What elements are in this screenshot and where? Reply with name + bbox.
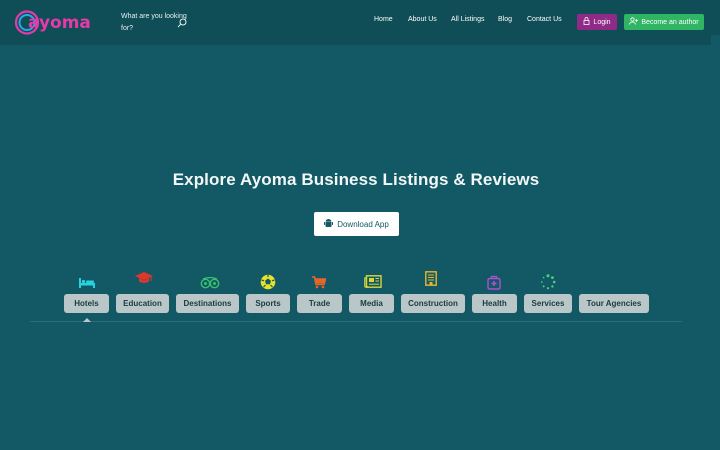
become-author-button[interactable]: Become an author <box>624 14 704 30</box>
category-health-label[interactable]: Health <box>472 294 517 313</box>
page-scrollbar[interactable] <box>711 35 720 450</box>
category-trade-label[interactable]: Trade <box>297 294 342 313</box>
search-box[interactable]: What are you looking for? <box>121 11 187 35</box>
graduation-cap-icon <box>134 271 153 287</box>
nav-all-listings[interactable]: All Listings <box>451 16 484 23</box>
category-destinations[interactable]: Destinations <box>176 270 239 314</box>
categories-divider <box>30 321 682 322</box>
active-category-pointer <box>83 318 91 322</box>
nav-home[interactable]: Home <box>374 16 393 23</box>
category-education[interactable]: Education <box>116 270 169 314</box>
nav-about-us[interactable]: About Us <box>408 16 437 23</box>
soccer-ball-icon <box>260 274 276 290</box>
building-icon <box>425 271 441 287</box>
category-health[interactable]: Health <box>472 270 517 314</box>
category-construction-label[interactable]: Construction <box>401 294 465 313</box>
bed-icon <box>78 276 95 292</box>
login-label: Login <box>593 18 611 26</box>
lock-icon <box>583 17 590 27</box>
category-destinations-label[interactable]: Destinations <box>176 294 239 313</box>
add-user-icon <box>629 17 639 27</box>
category-hotels-label[interactable]: Hotels <box>64 294 109 313</box>
login-button[interactable]: Login <box>577 14 617 30</box>
become-author-label: Become an author <box>641 18 699 26</box>
download-app-button[interactable]: Download App <box>314 212 399 236</box>
android-icon <box>324 218 334 230</box>
category-tour-agencies-label[interactable]: Tour Agencies <box>579 294 649 313</box>
hero-title: Explore Ayoma Business Listings & Review… <box>172 170 540 189</box>
category-education-label[interactable]: Education <box>116 294 169 313</box>
search-icon[interactable] <box>177 15 187 28</box>
header-shadow <box>0 35 711 45</box>
category-construction[interactable]: Construction <box>401 270 465 314</box>
category-trade[interactable]: Trade <box>297 270 342 314</box>
category-media[interactable]: Media <box>349 270 394 314</box>
cart-icon <box>311 276 328 292</box>
spinner-icon <box>540 274 556 290</box>
medical-bag-icon <box>486 275 503 291</box>
newspaper-icon <box>363 275 382 291</box>
category-services[interactable]: Services <box>524 270 572 314</box>
category-sports[interactable]: Sports <box>246 270 290 314</box>
logo-text: ayoma <box>28 13 91 33</box>
download-app-label: Download App <box>337 219 389 229</box>
nav-contact-us[interactable]: Contact Us <box>527 16 562 23</box>
nav-blog[interactable]: Blog <box>498 16 512 23</box>
ayoma-logo[interactable]: ayoma <box>14 9 110 36</box>
category-tour-agencies[interactable]: Tour Agencies <box>579 270 649 314</box>
category-sports-label[interactable]: Sports <box>246 294 290 313</box>
category-media-label[interactable]: Media <box>349 294 394 313</box>
category-hotels[interactable]: Hotels <box>64 270 109 314</box>
tripadvisor-icon <box>200 276 219 292</box>
category-services-label[interactable]: Services <box>524 294 572 313</box>
